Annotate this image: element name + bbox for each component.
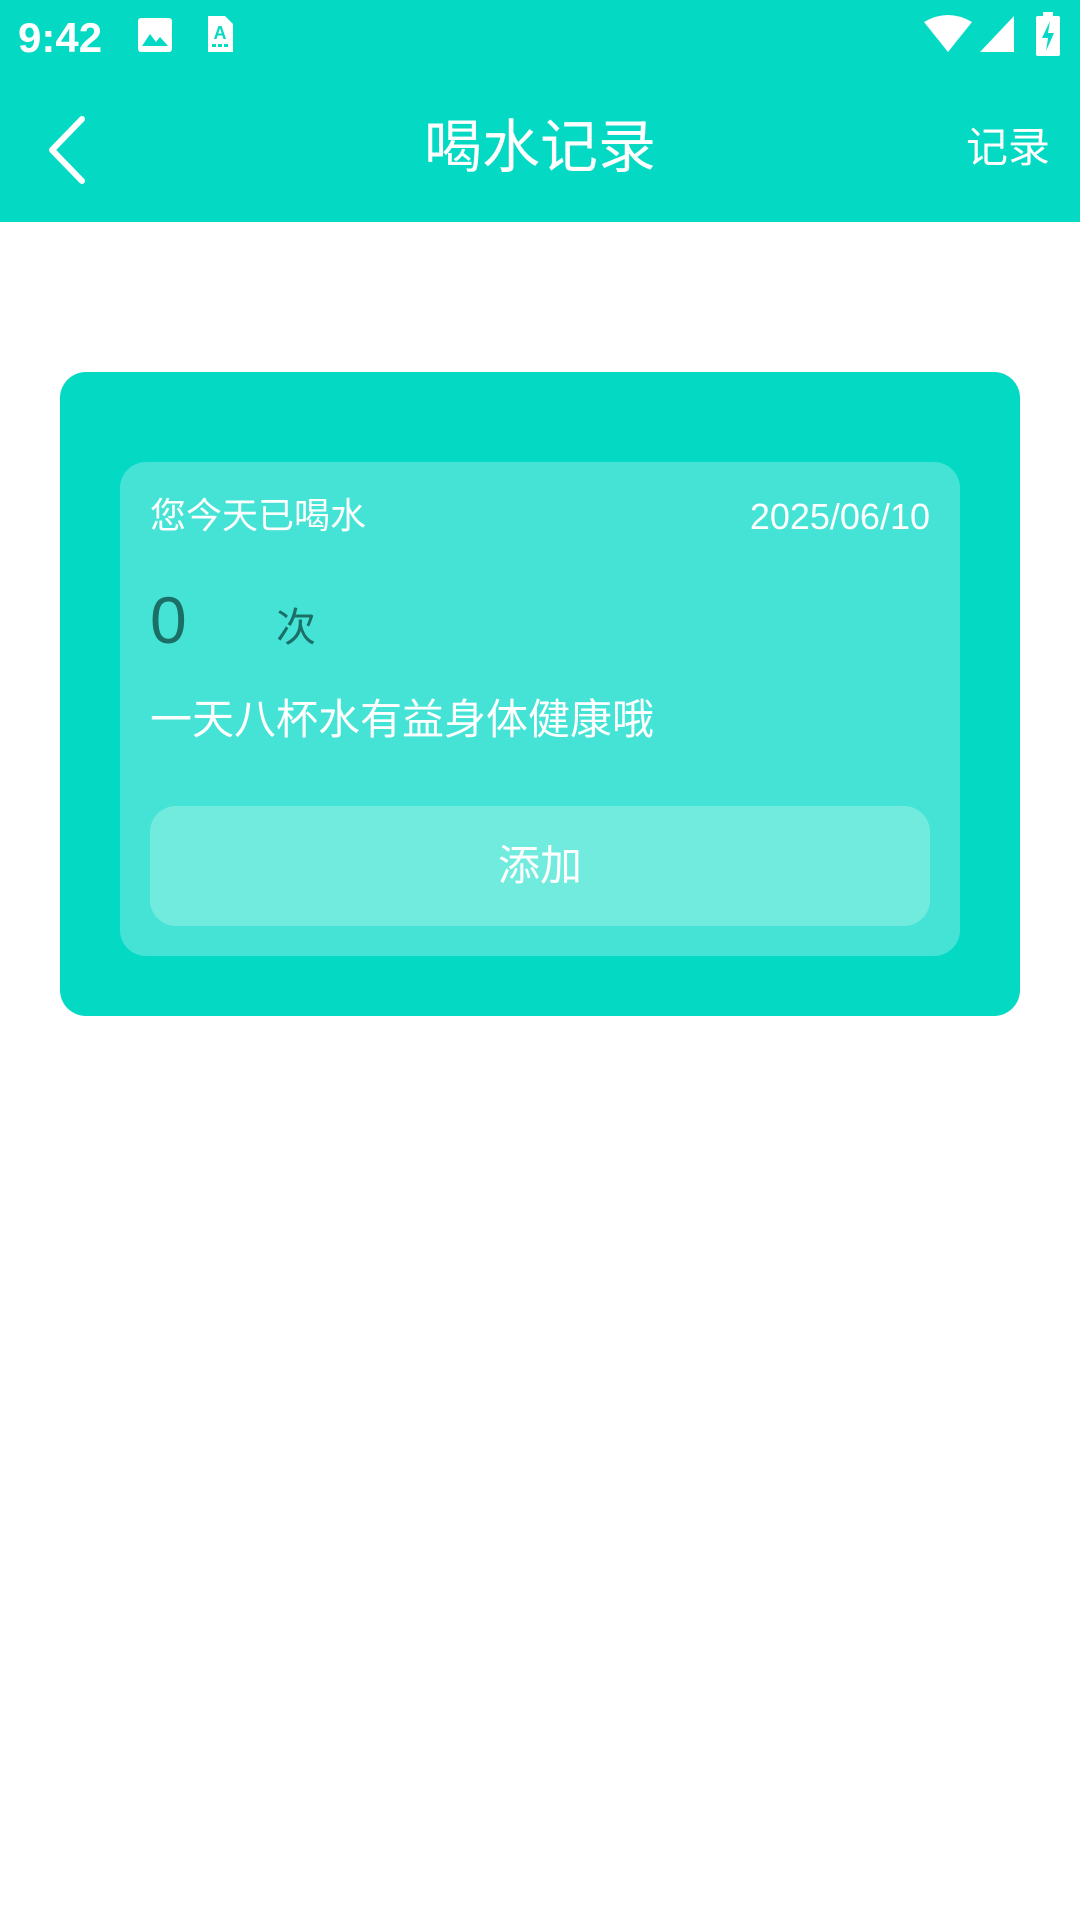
water-summary-panel: 您今天已喝水 2025/06/10 0 次 一天八杯水有益身体健康哦 添加 [120, 462, 960, 956]
health-tip: 一天八杯水有益身体健康哦 [150, 695, 655, 744]
drink-count: 0 [150, 583, 187, 657]
count-unit: 次 [276, 605, 316, 651]
status-time: 9:42 [18, 14, 103, 61]
battery-charging-icon [1036, 12, 1060, 56]
svg-text:A: A [214, 23, 227, 43]
date-label: 2025/06/10 [749, 496, 930, 537]
signal-icon [980, 16, 1014, 52]
water-card: 您今天已喝水 2025/06/10 0 次 一天八杯水有益身体健康哦 添加 [60, 372, 1020, 1016]
text-a-icon: A [208, 16, 233, 52]
image-icon [138, 18, 172, 52]
wifi-icon [924, 15, 972, 52]
page-title: 喝水记录 [423, 113, 656, 181]
status-bar: 9:42 A [0, 0, 1080, 75]
app-toolbar: 喝水记录 记录 [0, 75, 1080, 222]
drink-label: 您今天已喝水 [150, 496, 367, 537]
record-button[interactable]: 记录 [966, 121, 1050, 175]
add-button[interactable]: 添加 [150, 806, 930, 926]
